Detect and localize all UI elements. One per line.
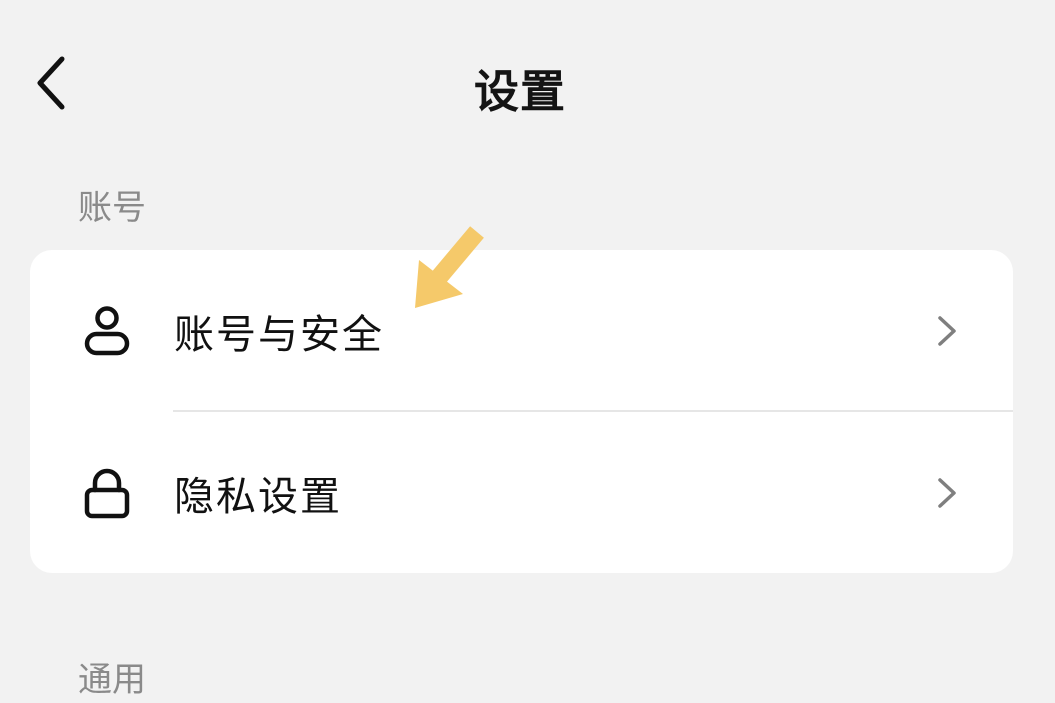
section-label-general: 通用 xyxy=(78,660,146,700)
list-item-account-security[interactable]: 账号与安全 xyxy=(30,250,1013,412)
list-item-privacy-settings[interactable]: 隐私设置 xyxy=(30,412,1013,573)
chevron-right-icon xyxy=(938,315,956,346)
user-icon xyxy=(80,304,134,358)
list-item-label: 账号与安全 xyxy=(174,311,384,358)
account-settings-card: 账号与安全 隐私设置 xyxy=(30,250,1013,573)
list-item-label: 隐私设置 xyxy=(174,473,342,520)
section-label-account: 账号 xyxy=(78,188,146,228)
page-title: 设置 xyxy=(473,65,566,118)
lock-icon xyxy=(80,466,134,520)
chevron-right-icon xyxy=(938,477,956,508)
